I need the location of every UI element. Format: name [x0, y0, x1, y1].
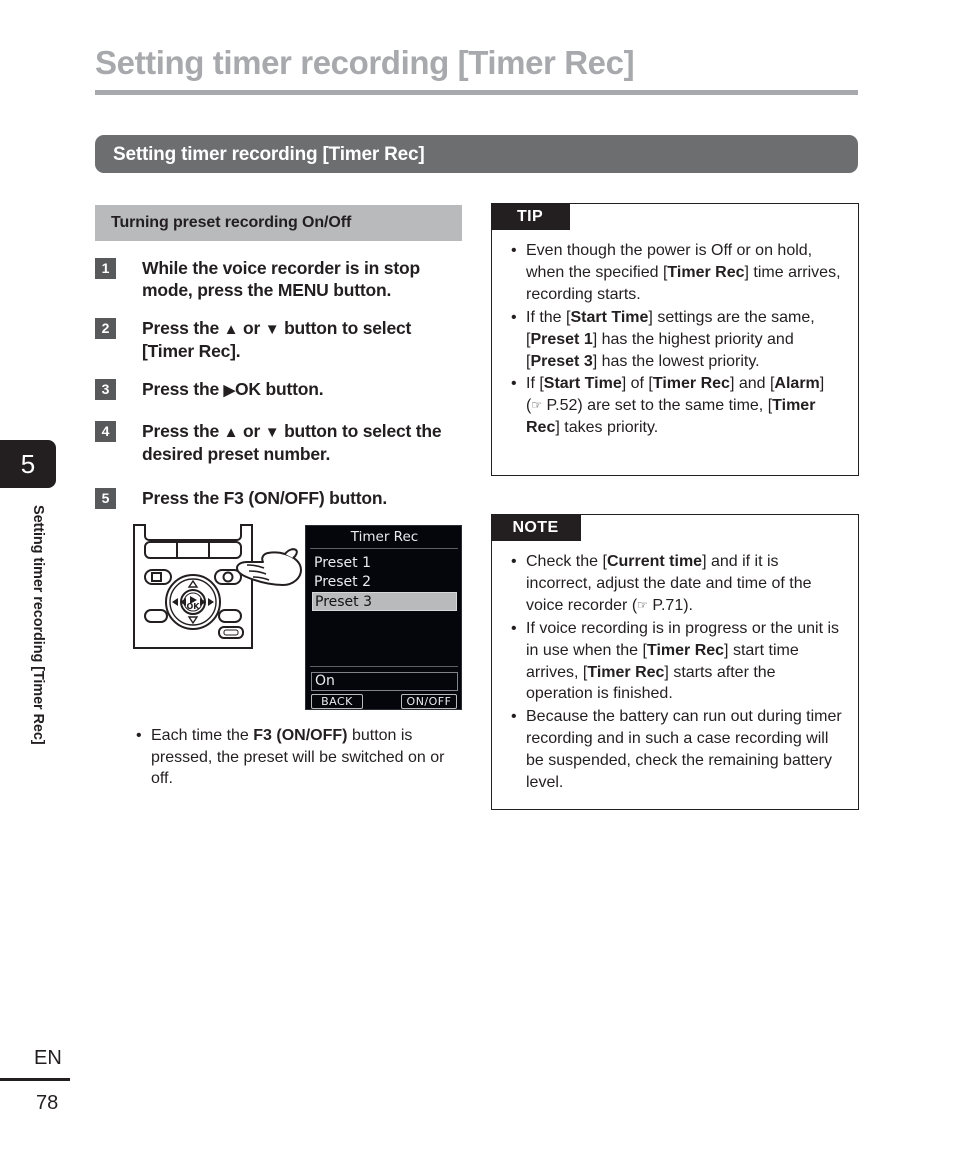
- lcd-title-divider: [310, 548, 458, 549]
- tip-bullet-1: • Even though the power is Off or on hold…: [511, 242, 841, 303]
- illustration-row: OK Timer Rec Preset 1 Preset 2 Preset 3 …: [133, 524, 463, 712]
- tip-bullet-2: • If the [Start Time] settings are the sa…: [511, 308, 815, 370]
- note-callout-box: NOTE • Check the [Current time] and if it…: [490, 513, 859, 810]
- up-arrow-icon: ▲: [223, 424, 239, 442]
- step-4: 4 Press the ▲ or ▼ button to select the …: [95, 420, 465, 465]
- lcd-status-value: On: [311, 672, 458, 691]
- step-1-text: While the voice recorder is in stop mode…: [142, 258, 420, 301]
- footer-page-number: 78: [36, 1092, 59, 1114]
- subsection-header-bar: Turning preset recording On/Off: [95, 205, 462, 241]
- step-1-number: 1: [95, 258, 116, 279]
- chapter-tab: 5: [0, 440, 56, 488]
- step-5-number: 5: [95, 487, 116, 509]
- down-arrow-icon: ▼: [264, 424, 280, 442]
- bullet-dot-icon: •: [511, 375, 517, 393]
- pointing-hand-icon: [236, 548, 302, 586]
- step-4-text: Press the ▲ or ▼ button to select the de…: [142, 421, 442, 464]
- illustration-note: • Each time the F3 (ON/OFF) button is pre…: [133, 725, 463, 790]
- lcd-softkey-back[interactable]: BACK: [311, 694, 363, 709]
- section-header-bar: Setting timer recording [Timer Rec]: [95, 135, 858, 173]
- lcd-screen: Timer Rec Preset 1 Preset 2 Preset 3 On …: [305, 525, 462, 710]
- chapter-tab-number: 5: [20, 449, 36, 479]
- tip-bullet-3: • If [Start Time] of [Timer Rec] and [Ala…: [511, 375, 825, 437]
- down-arrow-icon: ▼: [264, 321, 280, 339]
- bullet-dot-icon: •: [511, 308, 517, 326]
- lcd-softkey-onoff[interactable]: ON/OFF: [401, 694, 457, 709]
- note-label: NOTE: [490, 513, 581, 541]
- lcd-item-preset-2[interactable]: Preset 2: [312, 573, 457, 592]
- step-3-text: Press the ▶OK button.: [142, 379, 324, 400]
- step-5: 5 Press the F3 (ON/OFF) button.: [95, 487, 465, 513]
- bullet-dot-icon: •: [136, 727, 142, 744]
- note-bullet-2: • If voice recording is in progress or th…: [511, 619, 840, 703]
- bullet-dot-icon: •: [511, 708, 517, 726]
- tip-label: TIP: [490, 202, 570, 230]
- play-right-arrow-icon: ▶: [223, 382, 236, 400]
- page-title: Setting timer recording [Timer Rec]: [95, 44, 635, 81]
- reference-hand-icon: ☞: [637, 597, 648, 612]
- step-4-number: 4: [95, 421, 116, 443]
- lcd-title: Timer Rec: [350, 529, 419, 545]
- step-5-text: Press the F3 (ON/OFF) button.: [142, 487, 388, 508]
- lcd-item-preset-1[interactable]: Preset 1: [312, 554, 457, 573]
- chapter-tab-vertical-label: Setting timer recording [Timer Rec]: [30, 505, 46, 745]
- up-arrow-icon: ▲: [223, 321, 239, 339]
- step-3-number: 3: [95, 379, 116, 401]
- step-2-number: 2: [95, 318, 116, 340]
- lcd-status-divider: [310, 666, 458, 667]
- footer-language: EN: [34, 1047, 62, 1069]
- step-3: 3 Press the ▶OK button.: [95, 378, 465, 404]
- section-header-label: Setting timer recording [Timer Rec]: [113, 144, 425, 165]
- lcd-item-preset-3[interactable]: Preset 3: [312, 592, 457, 611]
- bullet-dot-icon: •: [511, 619, 517, 637]
- title-underline-rule: [95, 90, 858, 95]
- tip-body: • Even though the power is Off or on hold…: [508, 240, 844, 440]
- subsection-header-label: Turning preset recording On/Off: [111, 214, 352, 231]
- bullet-dot-icon: •: [511, 553, 517, 570]
- step-1: 1 While the voice recorder is in stop mo…: [95, 257, 465, 301]
- left-column: Turning preset recording On/Off 1 While …: [95, 205, 465, 513]
- note-bullet-1: • Check the [Current time] and if it is i…: [511, 553, 812, 614]
- note-body: • Check the [Current time] and if it is i…: [508, 551, 844, 795]
- note-bullet-3: • Because the battery can run out during …: [511, 708, 842, 792]
- reference-hand-icon: ☞: [531, 398, 543, 413]
- footer-rule: [0, 1078, 70, 1081]
- svg-text:OK: OK: [187, 602, 201, 611]
- bullet-dot-icon: •: [511, 242, 517, 259]
- step-2-text: Press the ▲ or ▼ button to select [Timer…: [142, 318, 412, 361]
- step-2: 2 Press the ▲ or ▼ button to select [Tim…: [95, 317, 465, 362]
- tip-callout-box: TIP • Even though the power is Off or on …: [490, 202, 859, 476]
- illustration-note-bullet: • Each time the F3 (ON/OFF) button is pre…: [136, 727, 445, 788]
